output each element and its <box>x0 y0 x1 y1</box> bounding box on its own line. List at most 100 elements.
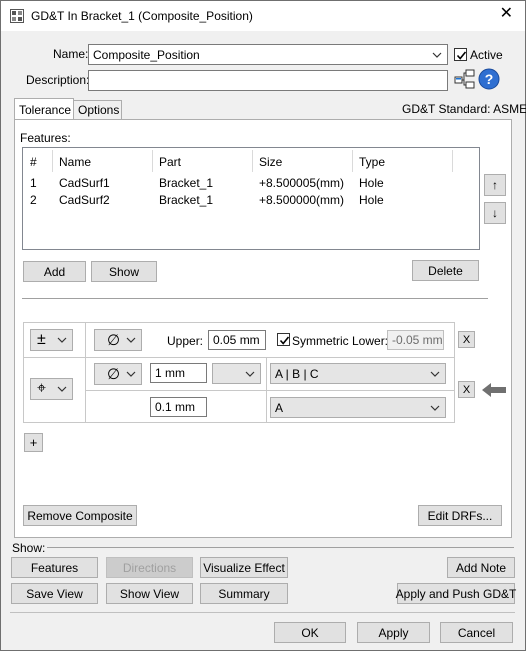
cell-number: 2 <box>30 193 37 207</box>
cell-type: Hole <box>359 193 384 207</box>
grid-divider <box>85 323 86 422</box>
app-icon <box>10 9 24 23</box>
row2-datums-combo[interactable]: A <box>270 397 446 418</box>
directions-button[interactable]: Directions <box>106 557 193 578</box>
cell-part: Bracket_1 <box>159 176 214 190</box>
row2-tolerance-field[interactable]: 0.1 mm <box>150 397 207 417</box>
separator <box>10 612 515 613</box>
add-row-button[interactable]: + <box>24 433 43 452</box>
check-icon <box>456 51 467 60</box>
cell-name: CadSurf1 <box>59 176 110 190</box>
apply-button[interactable]: Apply <box>357 622 430 643</box>
tab-options[interactable]: Options <box>74 100 122 120</box>
diameter-combo-upper[interactable]: ∅ <box>94 329 142 351</box>
table-row[interactable]: 2 CadSurf2 Bracket_1 +8.500000(mm) Hole <box>23 190 479 207</box>
name-combo[interactable]: Composite_Position <box>88 44 448 65</box>
cell-size: +8.500005(mm) <box>259 176 345 190</box>
row1-datums-combo[interactable]: A | B | C <box>270 363 446 384</box>
add-button[interactable]: Add <box>23 261 86 282</box>
row1-datums-value: A | B | C <box>275 366 319 381</box>
separator <box>22 298 488 299</box>
apply-and-push-button[interactable]: Apply and Push GD&T <box>396 583 516 604</box>
row1-modifier-combo[interactable] <box>212 363 261 384</box>
plus-minus-icon: ± <box>37 331 46 348</box>
show-label: Show: <box>12 541 46 555</box>
tab-options-label: Options <box>78 103 120 117</box>
table-row[interactable]: 1 CadSurf1 Bracket_1 +8.500005(mm) Hole <box>23 173 479 190</box>
window-title: GD&T In Bracket_1 (Composite_Position) <box>31 9 253 23</box>
grid-divider <box>86 390 454 391</box>
symmetric-checkbox[interactable] <box>277 333 290 346</box>
remove-profile-button[interactable]: X <box>458 331 475 348</box>
chevron-down-icon <box>430 371 440 377</box>
upper-label: Upper: <box>167 334 204 348</box>
profile-symbol-combo[interactable]: ± <box>30 329 73 351</box>
chevron-down-icon <box>126 337 136 343</box>
chevron-down-icon <box>432 52 442 58</box>
column-header-name[interactable]: Name <box>59 155 91 169</box>
column-header-part[interactable]: Part <box>159 155 181 169</box>
position-symbol-combo[interactable]: ⌖ <box>30 378 73 400</box>
cell-size: +8.500000(mm) <box>259 193 345 207</box>
lower-field[interactable]: -0.05 mm <box>387 330 444 350</box>
name-value: Composite_Position <box>93 47 200 62</box>
chevron-down-icon <box>430 405 440 411</box>
column-divider <box>152 150 153 172</box>
active-checkbox[interactable] <box>454 48 467 61</box>
arrow-left-icon <box>482 383 506 397</box>
features-label: Features: <box>20 131 71 145</box>
symmetric-lower-label: Symmetric Lower: <box>292 334 389 348</box>
show-view-button[interactable]: Show View <box>106 583 193 604</box>
add-note-button[interactable]: Add Note <box>447 557 515 578</box>
remove-position-button[interactable]: X <box>458 381 475 398</box>
chevron-down-icon <box>57 386 67 392</box>
column-header-type[interactable]: Type <box>359 155 385 169</box>
gdt-standard: GD&T Standard: ASME <box>402 102 526 116</box>
features-button[interactable]: Features <box>11 557 98 578</box>
svg-text:?: ? <box>485 71 494 87</box>
upper-field[interactable]: 0.05 mm <box>208 330 266 350</box>
name-label: Name: <box>53 47 89 61</box>
column-divider <box>52 150 53 172</box>
active-label: Active <box>470 48 503 62</box>
diameter-icon: ∅ <box>107 366 121 383</box>
row1-tolerance-field[interactable]: 1 mm <box>150 363 207 383</box>
cancel-button[interactable]: Cancel <box>440 622 513 643</box>
hierarchy-icon[interactable] <box>454 68 476 90</box>
description-field[interactable] <box>88 70 448 91</box>
cell-name: CadSurf2 <box>59 193 110 207</box>
tab-tolerance[interactable]: Tolerance <box>14 98 74 120</box>
remove-composite-button[interactable]: Remove Composite <box>23 505 137 526</box>
column-header-size[interactable]: Size <box>259 155 282 169</box>
cell-part: Bracket_1 <box>159 193 214 207</box>
summary-button[interactable]: Summary <box>200 583 288 604</box>
move-down-button[interactable]: ↓ <box>484 202 506 224</box>
column-header-number[interactable]: # <box>30 155 37 169</box>
chevron-down-icon <box>126 371 136 377</box>
column-divider <box>252 150 253 172</box>
delete-button[interactable]: Delete <box>412 260 479 281</box>
grid-divider <box>24 357 454 358</box>
column-divider <box>352 150 353 172</box>
diameter-combo-row1[interactable]: ∅ <box>94 363 142 385</box>
move-up-button[interactable]: ↑ <box>484 174 506 196</box>
ok-button[interactable]: OK <box>274 622 346 643</box>
check-icon <box>279 336 290 345</box>
cell-type: Hole <box>359 176 384 190</box>
grid-divider <box>266 358 267 422</box>
visualize-effect-button[interactable]: Visualize Effect <box>200 557 288 578</box>
diameter-icon: ∅ <box>107 332 121 349</box>
show-button[interactable]: Show <box>91 261 157 282</box>
position-icon: ⌖ <box>37 380 47 397</box>
description-label: Description: <box>26 73 90 87</box>
help-icon[interactable]: ? <box>478 68 500 90</box>
edit-drfs-button[interactable]: Edit DRFs... <box>418 505 502 526</box>
chevron-down-icon <box>245 371 255 377</box>
cell-number: 1 <box>30 176 37 190</box>
close-icon[interactable]: ✕ <box>500 6 513 22</box>
title-bar: GD&T In Bracket_1 (Composite_Position) ✕ <box>1 1 525 31</box>
column-divider <box>452 150 453 172</box>
tab-tolerance-label: Tolerance <box>19 103 72 117</box>
row2-datums-value: A <box>275 400 284 415</box>
save-view-button[interactable]: Save View <box>11 583 98 604</box>
